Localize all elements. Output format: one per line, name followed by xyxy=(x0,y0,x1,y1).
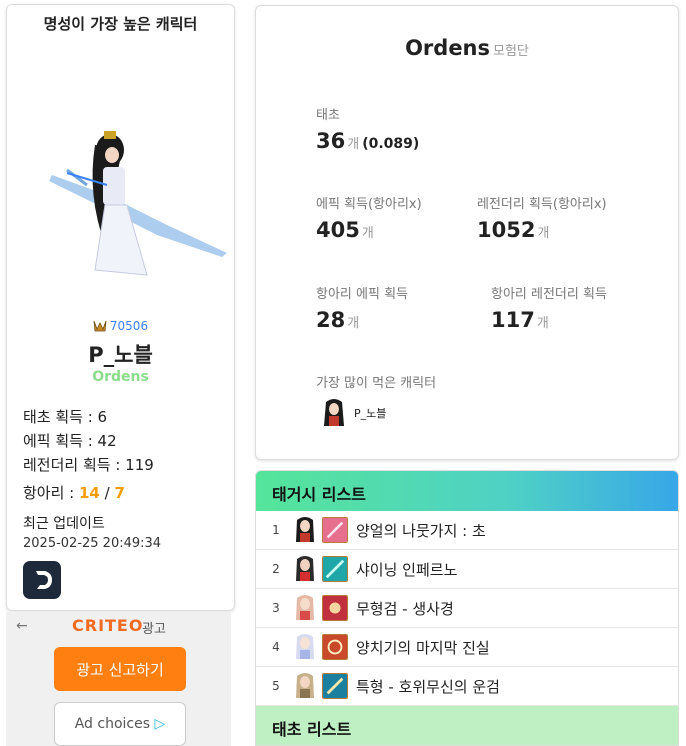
hang-stat: 항아리 : 14 / 7 xyxy=(23,484,125,502)
stat-legendary-block: 레전더리 획득(항아리x) 1052 개 xyxy=(477,197,607,242)
taegeosi-list-title: 태거시 리스트 xyxy=(256,471,678,511)
dnf-logo-icon xyxy=(36,571,52,589)
item-icon xyxy=(322,556,348,582)
adventure-name: Ordens xyxy=(405,36,491,60)
item-icon xyxy=(322,673,348,699)
character-avatar-icon xyxy=(296,556,314,581)
ad-choices-button[interactable]: Ad choices ▷ xyxy=(54,702,186,746)
character-avatar-icon xyxy=(296,595,314,620)
list-item[interactable]: 3 무형검 - 생사경 xyxy=(256,589,678,628)
stat-epic: 에픽 획득 : 42 xyxy=(23,432,117,450)
item-icon xyxy=(322,634,348,660)
character-name[interactable]: P_노블 xyxy=(7,339,234,369)
guild-name[interactable]: Ordens xyxy=(7,369,234,385)
taegeosi-list: 태거시 리스트 1 양얼의 나뭇가지 : 초 2 샤이닝 인페르노 3 무형검 … xyxy=(255,470,679,746)
ad-label: 광고 xyxy=(142,622,166,637)
report-ad-button[interactable]: 광고 신고하기 xyxy=(54,647,186,691)
item-icon xyxy=(322,595,348,621)
character-sprite xyxy=(49,131,227,276)
taecho-list-title: 태초 리스트 xyxy=(256,706,678,745)
fame-medal-icon xyxy=(93,320,107,332)
stat-taecho-block: 태초 36 개 (0.089) xyxy=(316,108,420,153)
adventure-card: Ordens 모험단 태초 36 개 (0.089) 에픽 획득(항아리x) 405 개… xyxy=(255,5,679,460)
ad-choices-icon: ▷ xyxy=(154,716,166,732)
character-avatar-icon xyxy=(296,673,314,698)
adventure-sub: 모험단 xyxy=(493,44,529,59)
ad-back-icon[interactable]: ← xyxy=(16,618,28,634)
character-avatar-icon xyxy=(296,517,314,542)
list-item[interactable]: 4 양치기의 마지막 진실 xyxy=(256,628,678,667)
most-character-label: 가장 많이 먹은 캐릭터 xyxy=(316,376,437,391)
hang-legendary-count: 7 xyxy=(114,484,125,502)
fame-score: 70506 xyxy=(7,319,234,333)
criteo-logo: CRITEO xyxy=(72,616,144,635)
character-avatar-icon xyxy=(296,634,314,659)
fame-value: 70506 xyxy=(109,319,149,333)
top-fame-character-card[interactable]: 명성이 가장 높은 캐릭터 70506 P_노블 Ordens 태초 획득 : … xyxy=(6,4,235,611)
hang-epic-count: 14 xyxy=(79,484,100,502)
list-item[interactable]: 5 특형 - 호위무신의 운검 xyxy=(256,667,678,706)
character-stats: 태초 획득 : 6 에픽 획득 : 42 레전더리 획득 : 119 xyxy=(23,405,154,477)
card-heading: 명성이 가장 높은 캐릭터 xyxy=(43,15,198,33)
list-item[interactable]: 2 샤이닝 인페르노 xyxy=(256,550,678,589)
item-icon xyxy=(322,517,348,543)
most-character[interactable]: P_노블 xyxy=(320,398,386,428)
stat-hang-epic-block: 항아리 에픽 획득 28 개 xyxy=(316,287,408,332)
stat-epic-block: 에픽 획득(항아리x) 405 개 xyxy=(316,197,422,242)
stat-hang-legendary-block: 항아리 레전더리 획득 117 개 xyxy=(491,287,607,332)
list-item[interactable]: 1 양얼의 나뭇가지 : 초 xyxy=(256,511,678,550)
stat-taecho: 태초 획득 : 6 xyxy=(23,408,108,426)
update-label: 최근 업데이트 xyxy=(23,516,105,532)
ad-area: ← CRITEO 광고 광고 신고하기 Ad choices ▷ xyxy=(6,612,231,746)
most-character-avatar xyxy=(324,399,344,426)
update-timestamp: 2025-02-25 20:49:34 xyxy=(23,536,162,551)
adventure-title: Ordens 모험단 xyxy=(256,36,678,60)
stat-legendary: 레전더리 획득 : 119 xyxy=(23,456,154,474)
dnf-link-button[interactable] xyxy=(23,561,61,599)
